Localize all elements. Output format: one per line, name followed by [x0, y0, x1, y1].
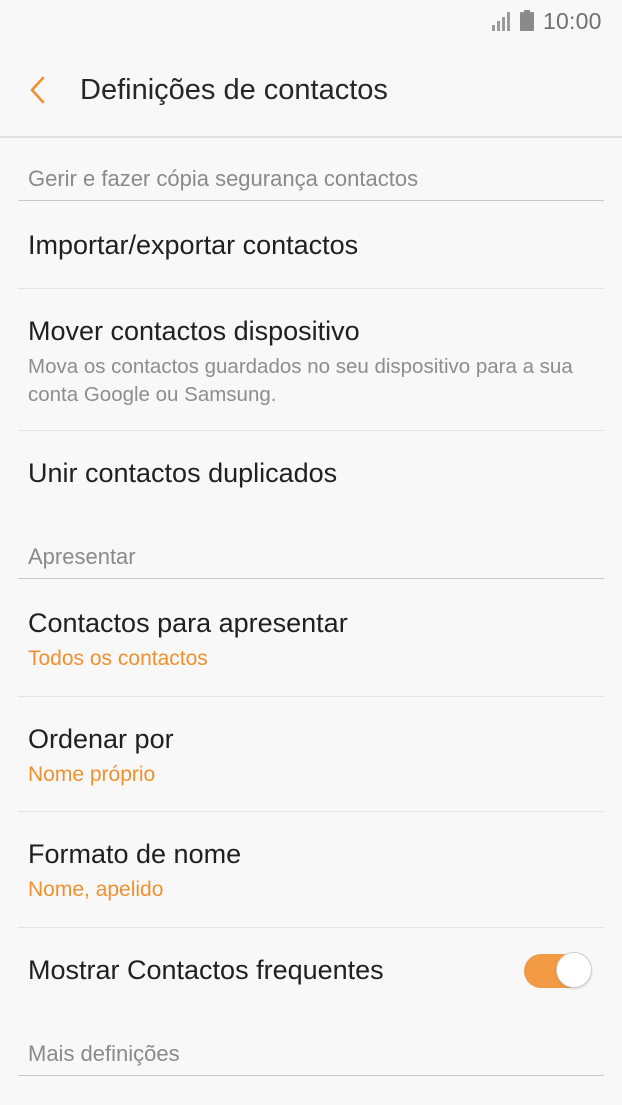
setting-sort-by[interactable]: Ordenar por Nome próprio [18, 696, 604, 812]
setting-value: Todos os contactos [28, 647, 208, 670]
setting-merge-duplicates[interactable]: Unir contactos duplicados [18, 430, 604, 530]
status-time: 10:00 [543, 8, 602, 34]
chevron-left-icon [30, 76, 45, 104]
app-bar: Definições de contactos [0, 44, 622, 138]
setting-title: Mover contactos dispositivo [28, 316, 360, 346]
setting-title: Contactos para apresentar [28, 608, 348, 638]
setting-contacts-to-display[interactable]: Contactos para apresentar Todos os conta… [18, 580, 604, 697]
battery-icon [520, 10, 534, 31]
signal-icon [492, 12, 510, 31]
section-header-label: Gerir e fazer cópia segurança contactos [28, 166, 419, 191]
setting-name-format[interactable]: Formato de nome Nome, apelido [18, 811, 604, 928]
setting-title: Ordenar por [28, 724, 174, 754]
setting-title: Formato de nome [28, 839, 242, 869]
setting-subtitle: Mova os contactos guardados no seu dispo… [28, 355, 573, 406]
section-header-label: Apresentar [28, 544, 136, 569]
setting-move-contacts[interactable]: Mover contactos dispositivo Mova os cont… [18, 288, 604, 431]
section-header-label: Mais definições [28, 1041, 180, 1066]
setting-value: Nome, apelido [28, 878, 164, 901]
toggle-knob [556, 952, 592, 988]
screen: 10:00 Definições de contactos Gerir e fa… [0, 0, 622, 1105]
section-header-more: Mais definições [18, 1035, 604, 1076]
status-bar: 10:00 [0, 0, 622, 44]
back-button[interactable] [14, 64, 62, 116]
setting-title: Unir contactos duplicados [28, 458, 338, 488]
section-header-manage: Gerir e fazer cópia segurança contactos [18, 160, 604, 201]
setting-show-frequent[interactable]: Mostrar Contactos frequentes [18, 927, 604, 1027]
setting-value: Nome próprio [28, 763, 156, 786]
setting-title: Importar/exportar contactos [28, 230, 359, 260]
frequent-contacts-toggle[interactable] [524, 952, 592, 988]
setting-import-export[interactable]: Importar/exportar contactos [18, 202, 604, 289]
page-title: Definições de contactos [80, 74, 388, 106]
section-header-display: Apresentar [18, 538, 604, 579]
setting-title: Mostrar Contactos frequentes [28, 955, 384, 985]
